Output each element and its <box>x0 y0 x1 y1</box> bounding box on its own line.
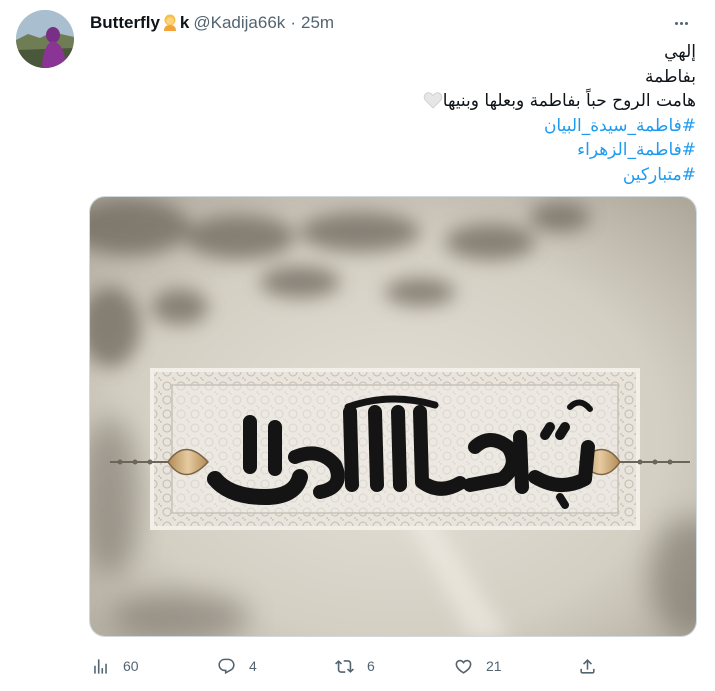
action-bar: 60 4 6 21 <box>89 654 609 678</box>
more-options-button[interactable] <box>669 12 693 34</box>
tweet: Butterfly k @Kadija66k · 25m إلهي بفاطمة … <box>0 0 715 691</box>
share-icon <box>580 658 595 674</box>
timestamp[interactable]: 25m <box>301 13 334 33</box>
more-dot-icon <box>674 21 678 25</box>
calligraphy-image <box>90 197 696 636</box>
hashtag-link[interactable]: #فاطمة_سيدة_البيان <box>90 114 696 139</box>
tweet-image[interactable] <box>89 196 697 637</box>
retweet-icon <box>335 659 354 673</box>
text-line: بفاطمة <box>645 66 696 87</box>
text-line: هامت الروح حباً بفاطمة وبعلها وبنيها <box>442 91 696 111</box>
share-button[interactable] <box>578 654 597 678</box>
views-count: 60 <box>123 658 139 674</box>
reply-button[interactable]: 4 <box>217 654 257 678</box>
like-button[interactable]: 21 <box>454 654 502 678</box>
hashtag-link[interactable]: #متباركين <box>90 163 696 188</box>
avatar[interactable] <box>16 10 74 68</box>
user-handle[interactable]: @Kadija66k <box>193 13 285 33</box>
retweet-button[interactable]: 6 <box>335 654 375 678</box>
views-button[interactable]: 60 <box>91 654 139 678</box>
person-blond-icon <box>163 14 176 31</box>
tweet-text: إلهي بفاطمة هامت الروح حباً بفاطمة وبعله… <box>90 40 696 187</box>
white-heart-icon <box>423 92 443 109</box>
text-line-with-heart: هامت الروح حباً بفاطمة وبعلها وبنيها <box>90 89 696 114</box>
tweet-header: Butterfly k @Kadija66k · 25m <box>90 12 699 34</box>
display-name[interactable]: Butterfly k <box>90 13 189 33</box>
hashtag-link[interactable]: #فاطمة_الزهراء <box>90 138 696 163</box>
more-dot-icon <box>679 21 683 25</box>
heart-icon <box>455 659 472 674</box>
separator-dot: · <box>290 13 296 32</box>
reply-icon <box>218 658 235 674</box>
reply-count: 4 <box>249 658 257 674</box>
analytics-icon <box>94 658 107 674</box>
like-count: 21 <box>486 658 502 674</box>
retweet-count: 6 <box>367 658 375 674</box>
text-line: إلهي <box>664 42 696 62</box>
more-dot-icon <box>684 21 688 25</box>
